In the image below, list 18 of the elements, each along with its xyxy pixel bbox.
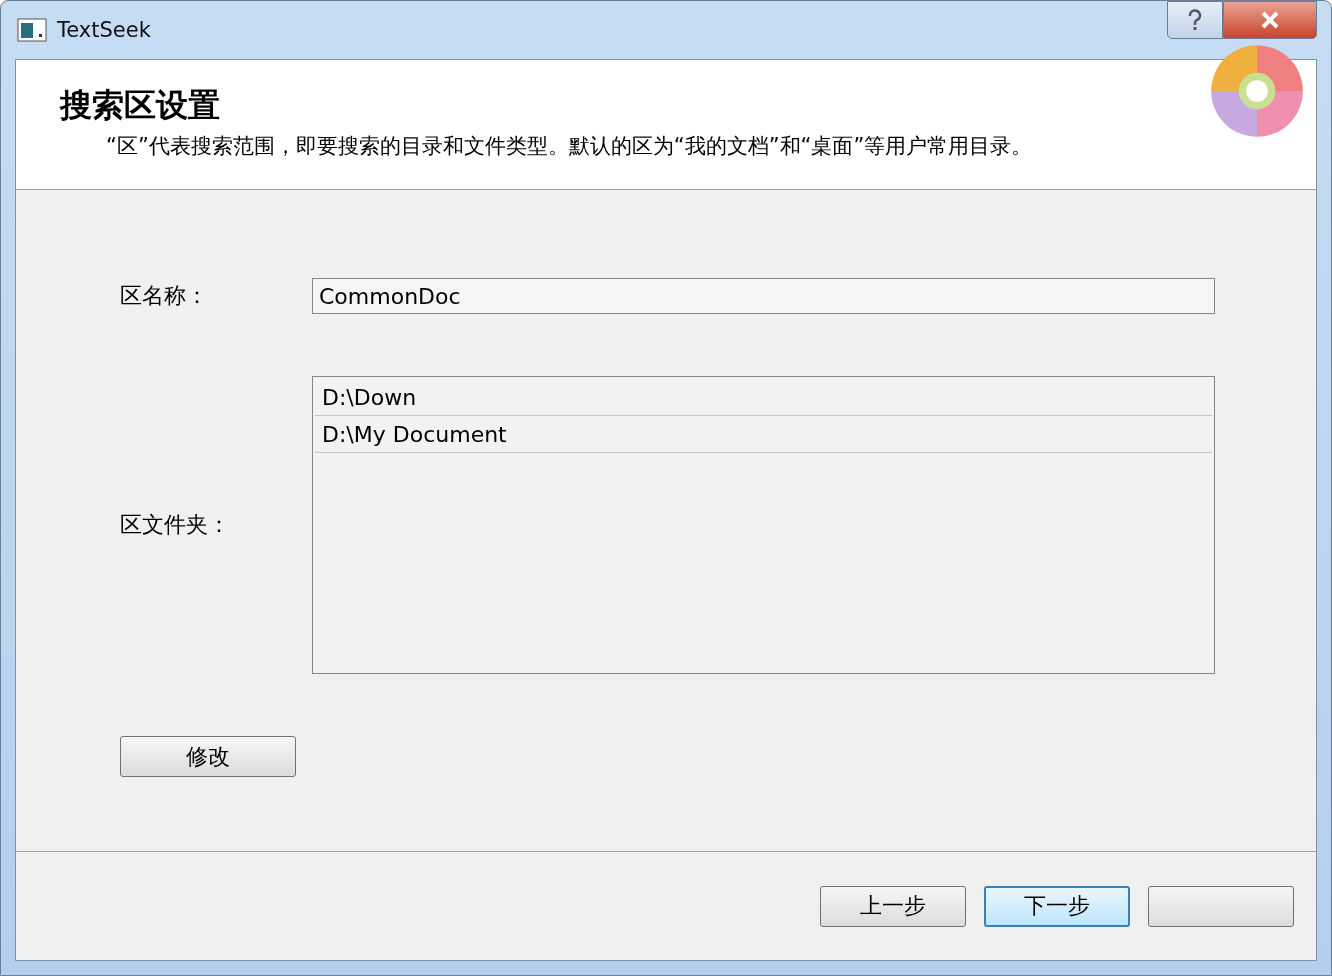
window-title: TextSeek bbox=[57, 18, 151, 42]
zone-folders-label: 区文件夹： bbox=[120, 511, 231, 539]
zone-name-label: 区名称： bbox=[120, 282, 209, 310]
folder-item[interactable]: D:\Down bbox=[315, 379, 1212, 416]
close-button[interactable] bbox=[1223, 1, 1317, 39]
page-title: 搜索区设置 bbox=[60, 85, 221, 126]
help-icon bbox=[1187, 9, 1203, 31]
app-icon bbox=[17, 18, 47, 42]
zone-name-field[interactable]: CommonDoc bbox=[312, 278, 1215, 314]
page-description: “区”代表搜索范围，即要搜索的目录和文件类型。默认的区为“我的文档”和“桌面”等用户常用目录。 bbox=[106, 133, 1034, 160]
folder-list[interactable]: D:\Down D:\My Document bbox=[312, 376, 1215, 674]
modify-button[interactable]: 修改 bbox=[120, 736, 296, 777]
help-button[interactable] bbox=[1167, 1, 1223, 39]
wizard-button[interactable]: 上一步 bbox=[820, 885, 966, 927]
blank-button[interactable] bbox=[1148, 885, 1294, 927]
wizard-button[interactable]: 下一步 bbox=[984, 885, 1130, 927]
folder-item[interactable]: D:\My Document bbox=[315, 416, 1212, 453]
close-icon bbox=[1260, 11, 1280, 29]
